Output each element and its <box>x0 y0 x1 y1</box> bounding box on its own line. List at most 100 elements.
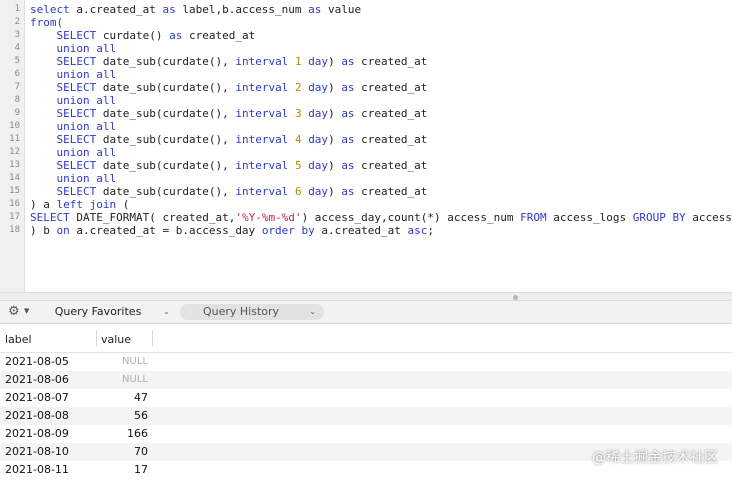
sql-keyword: interval <box>235 159 289 172</box>
line-number: 14 <box>9 173 20 183</box>
column-separator[interactable] <box>152 330 153 346</box>
sql-number: 2 <box>294 81 302 94</box>
sql-code[interactable]: 1 select a.created_at as label,b.access_n… <box>0 3 732 237</box>
sql-number: 5 <box>294 159 302 172</box>
caret-down-icon[interactable]: ▼ <box>24 307 29 315</box>
sql-token: ; <box>427 224 435 237</box>
column-separator[interactable] <box>96 330 97 346</box>
cell-value[interactable]: NULL <box>96 371 148 389</box>
line-number: 2 <box>14 17 20 27</box>
code-line[interactable]: 11 SELECT date_sub(curdate(), interval 4… <box>0 133 732 146</box>
cell-label[interactable]: 2021-08-10 <box>5 443 69 461</box>
line-number: 9 <box>14 108 20 118</box>
line-number: 16 <box>9 199 20 209</box>
cell-value[interactable]: 47 <box>96 389 148 407</box>
sql-keyword: on <box>56 224 70 237</box>
sql-keyword: as <box>308 3 322 16</box>
sql-keyword: SELECT <box>30 211 70 224</box>
sql-keyword: as <box>341 159 355 172</box>
cell-label[interactable]: 2021-08-05 <box>5 353 69 371</box>
code-line[interactable]: 16) a left join ( <box>0 198 732 211</box>
cell-value[interactable]: 56 <box>96 407 148 425</box>
line-number: 6 <box>14 69 20 79</box>
code-text: union all <box>30 172 117 185</box>
sql-keyword: as <box>341 107 355 120</box>
query-favorites-button[interactable]: Query Favorites ⌄ <box>40 304 178 320</box>
code-text: SELECT curdate() as created_at <box>30 29 256 42</box>
chevron-updown-icon: ⌄ <box>163 307 170 316</box>
cell-label[interactable]: 2021-08-11 <box>5 461 69 479</box>
table-row[interactable]: 2021-08-09 166 <box>0 425 732 443</box>
sql-keyword: select <box>30 3 70 16</box>
sql-editor[interactable]: 1 select a.created_at as label,b.access_n… <box>0 0 732 292</box>
sql-token: ) <box>328 55 342 68</box>
code-line[interactable]: 14 union all <box>0 172 732 185</box>
cell-label[interactable]: 2021-08-08 <box>5 407 69 425</box>
splitter-grip-icon[interactable] <box>513 295 518 300</box>
cell-value[interactable]: NULL <box>96 353 148 371</box>
results-header: label value <box>0 324 732 353</box>
table-row[interactable]: 2021-08-05 NULL <box>0 353 732 371</box>
line-number: 15 <box>9 186 20 196</box>
line-number: 7 <box>14 82 20 92</box>
code-text: SELECT date_sub(curdate(), interval 1 da… <box>30 55 428 68</box>
code-line[interactable]: 3 SELECT curdate() as created_at <box>0 29 732 42</box>
sql-number: 6 <box>294 185 302 198</box>
column-header-label[interactable]: label <box>5 333 32 346</box>
gear-icon[interactable]: ⚙ <box>8 304 20 319</box>
sql-keyword: interval <box>235 185 289 198</box>
code-line[interactable]: 13 SELECT date_sub(curdate(), interval 5… <box>0 159 732 172</box>
cell-value[interactable]: 17 <box>96 461 148 479</box>
sql-keyword: union all <box>56 172 117 185</box>
code-line[interactable]: 15 SELECT date_sub(curdate(), interval 6… <box>0 185 732 198</box>
code-line[interactable]: 9 SELECT date_sub(curdate(), interval 3 … <box>0 107 732 120</box>
code-line[interactable]: 8 union all <box>0 94 732 107</box>
sql-keyword: union all <box>56 146 117 159</box>
cell-label[interactable]: 2021-08-09 <box>5 425 69 443</box>
cell-value[interactable]: 166 <box>96 425 148 443</box>
sql-token: created_at <box>354 55 428 68</box>
code-line[interactable]: 2 from( <box>0 16 732 29</box>
sql-token: created_at <box>354 185 428 198</box>
query-toolbar: ⚙ ▼ Query Favorites ⌄ Query History ⌄ <box>0 301 732 324</box>
sql-token: curdate() <box>96 29 170 42</box>
line-number: 8 <box>14 95 20 105</box>
code-line[interactable]: 4 union all <box>0 42 732 55</box>
code-line[interactable]: 18) b on a.created_at = b.access_day ord… <box>0 224 732 237</box>
cell-value[interactable]: 70 <box>96 443 148 461</box>
table-row[interactable]: 2021-08-07 47 <box>0 389 732 407</box>
sql-token: DATE_FORMAT( created_at, <box>69 211 236 224</box>
sql-keyword: SELECT <box>56 185 97 198</box>
sql-keyword: union all <box>56 120 117 133</box>
code-line[interactable]: 1 select a.created_at as label,b.access_n… <box>0 3 732 16</box>
code-line[interactable]: 6 union all <box>0 68 732 81</box>
column-header-value[interactable]: value <box>101 333 131 346</box>
code-text: union all <box>30 68 117 81</box>
sql-keyword: SELECT <box>56 159 97 172</box>
line-number: 5 <box>14 56 20 66</box>
sql-token: a.created_at <box>69 3 163 16</box>
query-history-button[interactable]: Query History ⌄ <box>180 304 324 320</box>
code-line[interactable]: 7 SELECT date_sub(curdate(), interval 2 … <box>0 81 732 94</box>
cell-label[interactable]: 2021-08-07 <box>5 389 69 407</box>
code-line[interactable]: 10 union all <box>0 120 732 133</box>
pane-splitter[interactable] <box>0 292 732 301</box>
table-row[interactable]: 2021-08-08 56 <box>0 407 732 425</box>
sql-keyword: as <box>341 81 355 94</box>
sql-token: ) <box>328 107 342 120</box>
code-line[interactable]: 12 union all <box>0 146 732 159</box>
sql-token: created_at <box>354 107 428 120</box>
cell-label[interactable]: 2021-08-06 <box>5 371 69 389</box>
code-line[interactable]: 5 SELECT date_sub(curdate(), interval 1 … <box>0 55 732 68</box>
code-text: SELECT date_sub(curdate(), interval 2 da… <box>30 81 428 94</box>
table-row[interactable]: 2021-08-06 NULL <box>0 371 732 389</box>
code-line[interactable]: 17 SELECT DATE_FORMAT( created_at,'%Y-%m-… <box>0 211 732 224</box>
